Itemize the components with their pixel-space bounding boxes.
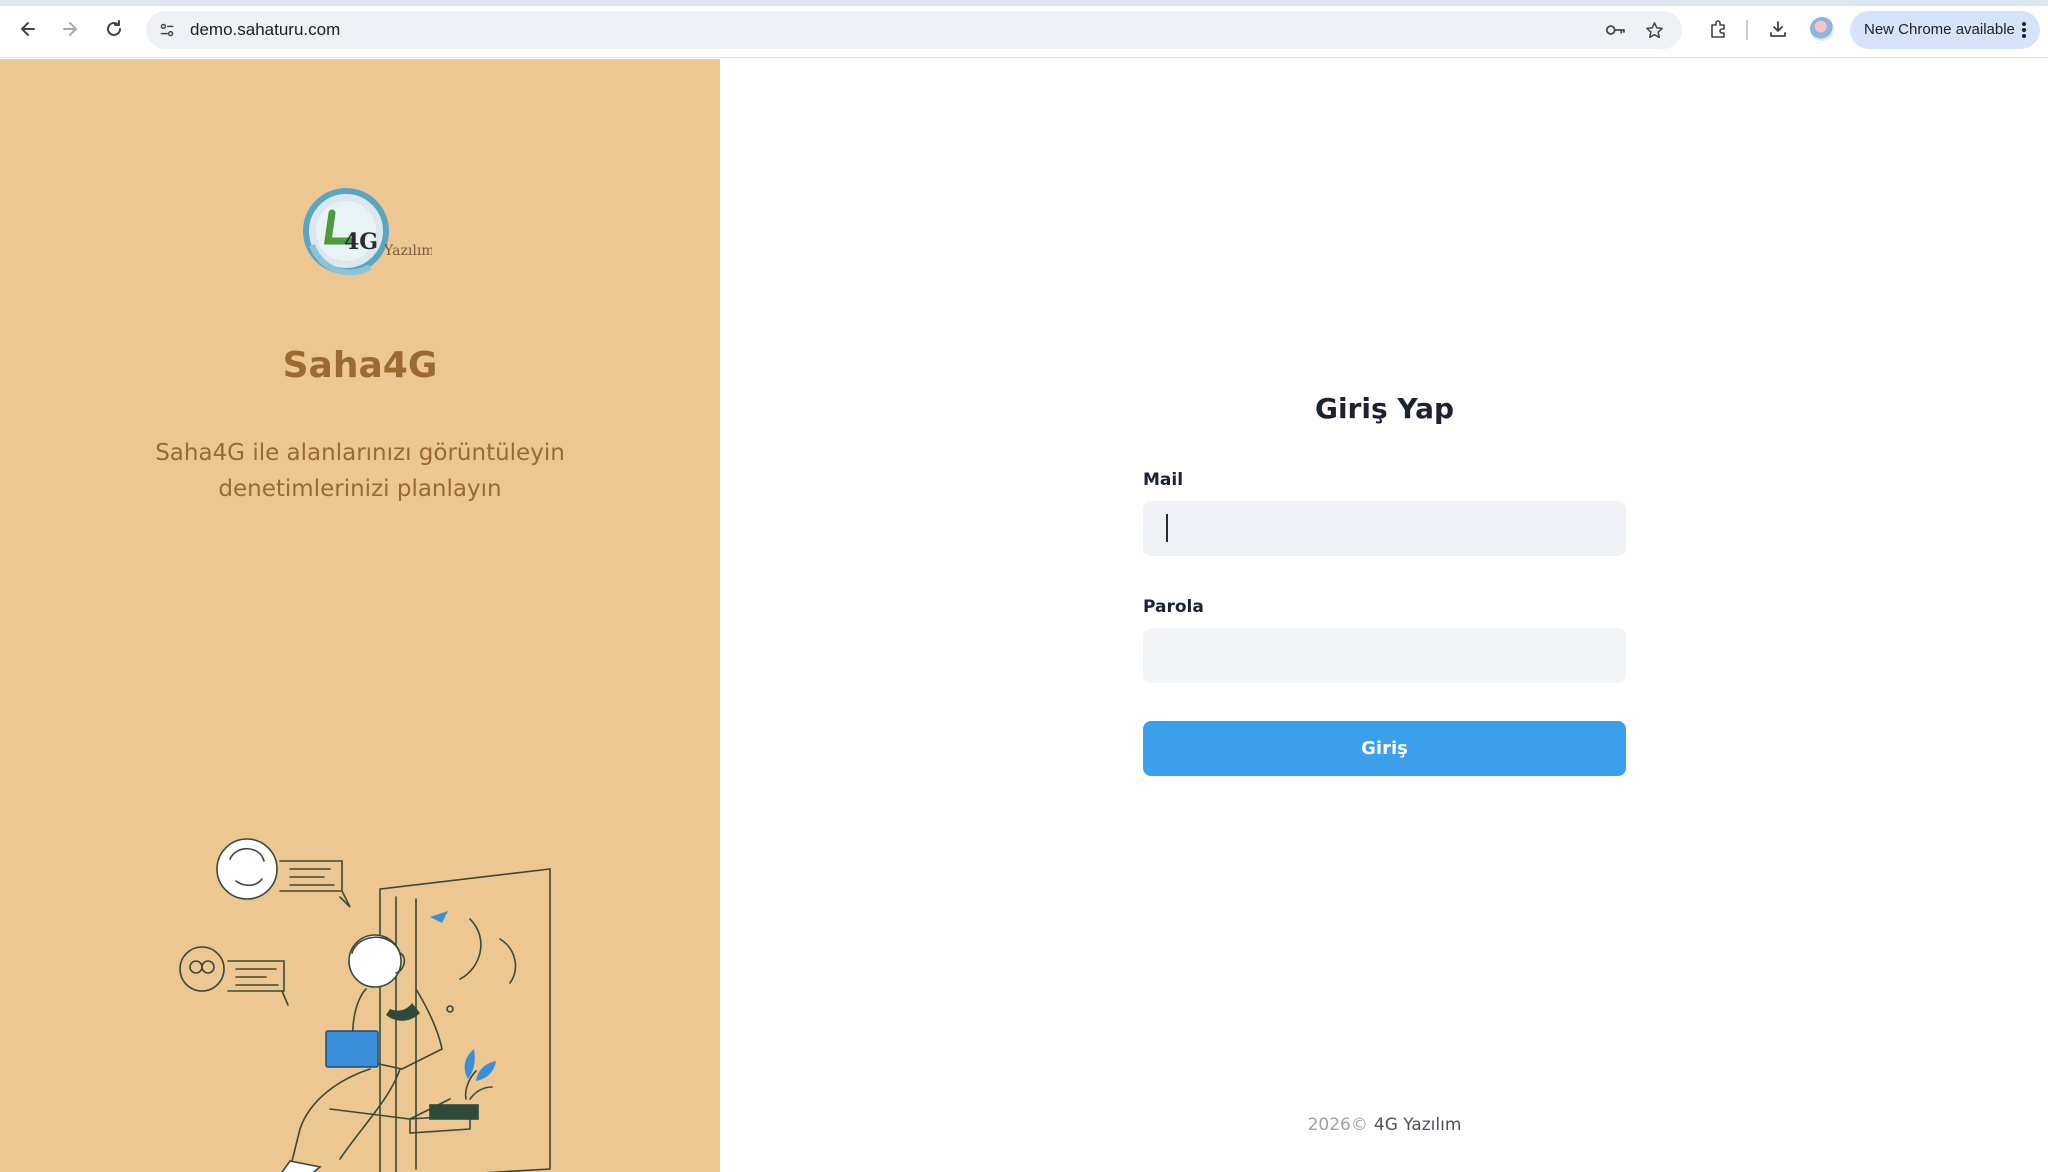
app-name: Saha4G bbox=[282, 345, 438, 386]
logo-wordmark: Yazılım bbox=[383, 243, 432, 259]
url-text[interactable]: demo.sahaturu.com bbox=[190, 19, 340, 41]
back-button[interactable] bbox=[12, 13, 44, 45]
login-panel bbox=[720, 59, 2048, 1172]
update-label: New Chrome available bbox=[1864, 21, 2015, 38]
reload-button[interactable] bbox=[98, 13, 130, 45]
back-arrow-icon bbox=[21, 22, 35, 36]
tagline: Saha4G ile alanlarınızı görüntüleyin den… bbox=[155, 440, 565, 502]
login-button[interactable]: Giriş bbox=[1143, 721, 1626, 776]
branding-panel: 4G Yazılım Saha4G Saha4G ile alanlarınız… bbox=[0, 59, 720, 1172]
chrome-update-button[interactable]: New Chrome available bbox=[1850, 11, 2040, 49]
reload-icon bbox=[107, 20, 121, 36]
extensions-button[interactable] bbox=[1702, 13, 1734, 45]
password-input[interactable] bbox=[1143, 628, 1626, 683]
forward-button[interactable] bbox=[54, 13, 86, 45]
puzzle-icon bbox=[1711, 20, 1725, 38]
forward-arrow-icon bbox=[63, 22, 77, 36]
logo-text: 4G bbox=[344, 229, 378, 255]
person-with-laptop-illustration bbox=[179, 838, 551, 1172]
download-icon bbox=[1770, 21, 1786, 37]
address-bar[interactable]: demo.sahaturu.com bbox=[146, 11, 1682, 49]
mail-label: Mail bbox=[1143, 470, 1184, 490]
laptop-icon bbox=[325, 1030, 379, 1068]
password-key-icon[interactable] bbox=[1604, 19, 1628, 41]
password-label: Parola bbox=[1143, 597, 1204, 617]
login-title: Giriş Yap bbox=[1314, 392, 1455, 425]
footer-company[interactable]: 4G Yazılım bbox=[1374, 1115, 1462, 1135]
company-logo: 4G Yazılım bbox=[303, 188, 432, 276]
profile-avatar[interactable] bbox=[1810, 17, 1834, 41]
site-settings-icon[interactable] bbox=[156, 19, 178, 41]
text-caret bbox=[1166, 514, 1168, 542]
mail-input[interactable] bbox=[1143, 501, 1626, 556]
downloads-button[interactable] bbox=[1762, 13, 1794, 45]
tab-strip-edge bbox=[0, 0, 2048, 6]
bookmark-star-icon[interactable] bbox=[1642, 19, 1666, 41]
toolbar-divider bbox=[1746, 20, 1748, 40]
browser-toolbar: demo.sahaturu.com New Chrome available bbox=[0, 0, 2048, 58]
footer-year: 2026© bbox=[1307, 1115, 1368, 1135]
more-menu-icon[interactable] bbox=[2016, 20, 2032, 40]
footer: 2026© 4G Yazılım bbox=[1143, 1115, 1626, 1135]
